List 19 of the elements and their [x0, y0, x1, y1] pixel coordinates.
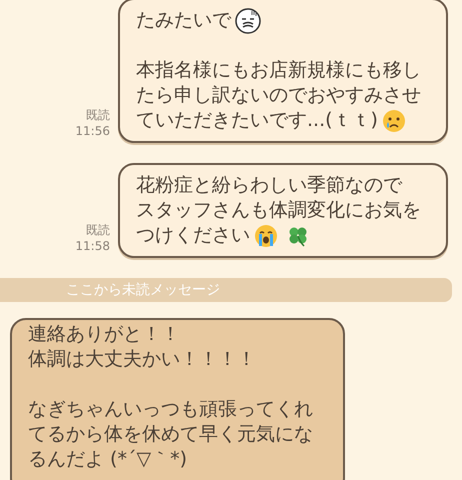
message-text: てるから体を休めて早く元気にな — [28, 422, 313, 448]
message-text: たみたいで — [136, 8, 231, 34]
message-text: たら申し訳ないのでおやすみさせ — [136, 83, 421, 108]
message-time: 11:56 — [75, 123, 110, 139]
read-receipt: 既読 — [86, 222, 110, 238]
message-time: 11:58 — [75, 238, 110, 254]
grimacing-face-icon — [235, 8, 261, 34]
message-text: 本指名様にもお店新規様にも移し — [136, 58, 421, 84]
read-receipt: 既読 — [86, 107, 110, 123]
message-text: 連絡ありがと！！ — [28, 322, 180, 348]
message-text: つけください — [136, 223, 250, 248]
message-text: 花粉症と紛らわしい季節なので — [136, 173, 402, 198]
crying-face-icon — [254, 224, 278, 248]
message-text: スタッフさんも体調変化にお気を — [136, 198, 421, 224]
tearful-face-icon — [382, 108, 406, 132]
message-text: なぎちゃんいっつも頑張ってくれ — [28, 397, 313, 422]
message-text: るんだよ (*´▽｀*) — [28, 447, 187, 472]
message-text: ていただきたいです...(ｔｔ) — [136, 108, 378, 134]
message-text: 体調は大丈夫かい！！！！ — [28, 347, 256, 372]
